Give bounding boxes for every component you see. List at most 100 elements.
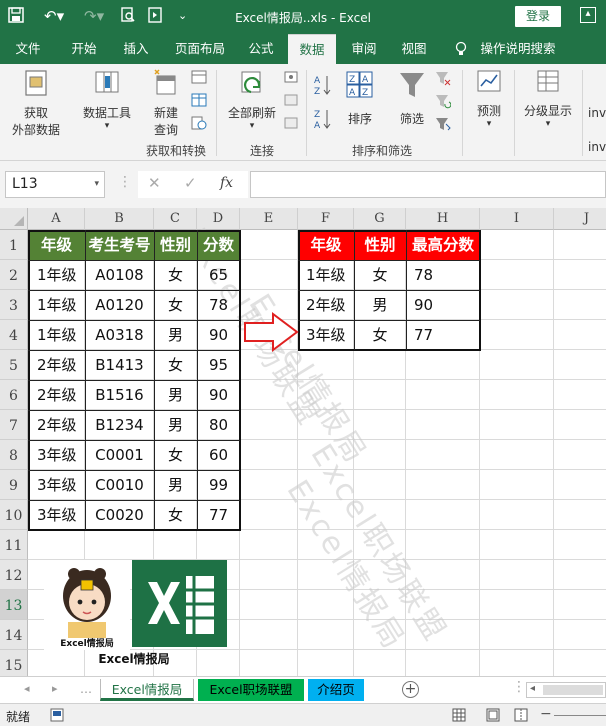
tab-review[interactable]: 审阅 <box>344 34 384 64</box>
row-header-13[interactable]: 13 <box>0 590 28 620</box>
sort-za-icon[interactable]: ZA <box>312 108 334 133</box>
formula-input[interactable] <box>250 171 606 198</box>
row-header-11[interactable]: 11 <box>0 530 28 560</box>
svg-text:A: A <box>349 88 356 98</box>
cancel-icon[interactable]: ✕ <box>148 174 161 192</box>
tell-me-search[interactable]: 操作说明搜索 <box>476 34 560 64</box>
row-header-8[interactable]: 8 <box>0 440 28 470</box>
column-header-b[interactable]: B <box>85 208 154 230</box>
add-sheet-icon[interactable]: + <box>402 681 419 698</box>
tab-home[interactable]: 开始 <box>63 34 105 64</box>
table1-row-border <box>28 350 240 351</box>
gridline-vertical <box>553 230 554 676</box>
svg-text:A: A <box>362 75 369 85</box>
forecast-icon <box>477 70 501 92</box>
column-header-g[interactable]: G <box>354 208 406 230</box>
svg-text:Z: Z <box>314 87 320 96</box>
login-button[interactable]: 登录 <box>515 6 561 27</box>
column-header-j[interactable]: J <box>554 208 606 230</box>
row-header-14[interactable]: 14 <box>0 620 28 650</box>
right-arrow-shape[interactable] <box>243 312 299 352</box>
sort-button[interactable]: ZAAZ 排序 <box>340 70 380 127</box>
tab-page-layout[interactable]: 页面布局 <box>168 34 232 64</box>
get-external-data-button[interactable]: 获取 外部数据 <box>8 68 64 138</box>
zoom-out-icon[interactable]: − <box>540 706 552 722</box>
lightbulb-icon[interactable] <box>452 34 470 64</box>
row-header-5[interactable]: 5 <box>0 350 28 380</box>
enter-icon[interactable]: ✓ <box>184 174 197 192</box>
show-queries-icon[interactable] <box>190 70 208 87</box>
column-header-a[interactable]: A <box>28 208 85 230</box>
excel-logo-icon <box>132 560 227 647</box>
row-header-15[interactable]: 15 <box>0 650 28 676</box>
formula-bar-grip-icon: ⋮ <box>118 174 132 190</box>
new-query-button[interactable]: 新建 查询 <box>146 68 186 138</box>
zoom-slider[interactable] <box>554 715 606 716</box>
scroll-sheets-right-icon[interactable]: ▸ <box>52 682 58 695</box>
edit-links-icon[interactable] <box>282 116 300 133</box>
column-header-e[interactable]: E <box>240 208 298 230</box>
ribbon: 获取 外部数据 数据工具 ▾ 新建 查询 获取和转换 全部刷新 ▾ 连接 AZ … <box>0 64 606 161</box>
filter-button[interactable]: 筛选 <box>392 70 432 127</box>
tab-file[interactable]: 文件 <box>10 34 46 64</box>
row-header-10[interactable]: 10 <box>0 500 28 530</box>
row-header-3[interactable]: 3 <box>0 290 28 320</box>
connections-icon[interactable] <box>282 70 300 87</box>
tab-view[interactable]: 视图 <box>394 34 434 64</box>
inv-button-1[interactable]: inv <box>588 106 606 120</box>
table1-row-border <box>28 290 240 291</box>
name-box[interactable]: L13 ▾ <box>5 171 105 198</box>
row-header-1[interactable]: 1 <box>0 230 28 260</box>
sheet-tab-intro[interactable]: 介绍页 <box>308 679 364 701</box>
inv-button-2[interactable]: inv <box>588 140 606 154</box>
group-sort-filter: 排序和筛选 <box>352 144 413 158</box>
column-header-i[interactable]: I <box>480 208 554 230</box>
row-header-2[interactable]: 2 <box>0 260 28 290</box>
scroll-sheets-left-icon[interactable]: ◂ <box>24 682 30 695</box>
sheet-tab-bar: ◂ ▸ … Excel情报局 Excel职场联盟 介绍页 + ⋮ ◂ <box>0 676 606 703</box>
page-layout-view-icon[interactable] <box>486 708 500 725</box>
refresh-all-button[interactable]: 全部刷新 ▾ <box>226 68 278 131</box>
ribbon-display-options-icon[interactable]: ▴ <box>580 7 596 23</box>
insert-function-icon[interactable]: fx <box>220 175 233 191</box>
page-break-view-icon[interactable] <box>514 708 528 725</box>
column-header-f[interactable]: F <box>298 208 354 230</box>
more-sheets-icon[interactable]: … <box>80 682 92 696</box>
forecast-button[interactable]: 预测 ▾ <box>470 68 508 129</box>
horizontal-scrollbar[interactable]: ◂ <box>526 682 606 698</box>
sheet-tab-excel-info[interactable]: Excel情报局 <box>100 679 194 701</box>
macro-record-icon[interactable] <box>50 708 64 725</box>
scroll-thumb[interactable] <box>543 685 603 695</box>
row-header-12[interactable]: 12 <box>0 560 28 590</box>
scroll-left-icon[interactable]: ◂ <box>530 683 535 694</box>
recent-sources-icon[interactable] <box>190 116 208 133</box>
data-tools-button[interactable]: 数据工具 ▾ <box>78 68 136 131</box>
from-table-icon[interactable] <box>190 93 208 110</box>
table1-row-border <box>28 380 240 381</box>
sheet-tab-workplace-alliance[interactable]: Excel职场联盟 <box>198 679 304 701</box>
group-connections: 连接 <box>250 144 275 158</box>
advanced-filter-icon[interactable] <box>434 116 452 135</box>
outline-button[interactable]: 分级显示 ▾ <box>520 68 576 129</box>
column-header-h[interactable]: H <box>406 208 480 230</box>
worksheet-grid[interactable]: A B C D E F G H I J 1 2 3 4 5 6 7 8 9 10 11 12 13 14 15 Excel职场联盟… <box>0 208 606 676</box>
formula-bar: L13 ▾ ⋮ ✕ ✓ fx <box>0 161 606 208</box>
tab-insert[interactable]: 插入 <box>115 34 157 64</box>
properties-icon[interactable] <box>282 93 300 110</box>
reapply-icon[interactable] <box>434 93 452 112</box>
refresh-icon <box>241 71 261 94</box>
normal-view-icon[interactable] <box>452 708 466 725</box>
name-box-dropdown-icon[interactable]: ▾ <box>94 172 99 197</box>
clear-filter-icon[interactable] <box>434 70 452 89</box>
row-header-4[interactable]: 4 <box>0 320 28 350</box>
row-header-6[interactable]: 6 <box>0 380 28 410</box>
row-header-9[interactable]: 9 <box>0 470 28 500</box>
column-header-c[interactable]: C <box>154 208 197 230</box>
table1-row-border <box>28 440 240 441</box>
row-header-7[interactable]: 7 <box>0 410 28 440</box>
select-all-corner[interactable] <box>0 208 28 230</box>
table2-row-border <box>298 260 480 261</box>
tab-data[interactable]: 数据 <box>288 34 336 64</box>
sort-az-icon[interactable]: AZ <box>312 74 334 99</box>
tab-formulas[interactable]: 公式 <box>242 34 280 64</box>
